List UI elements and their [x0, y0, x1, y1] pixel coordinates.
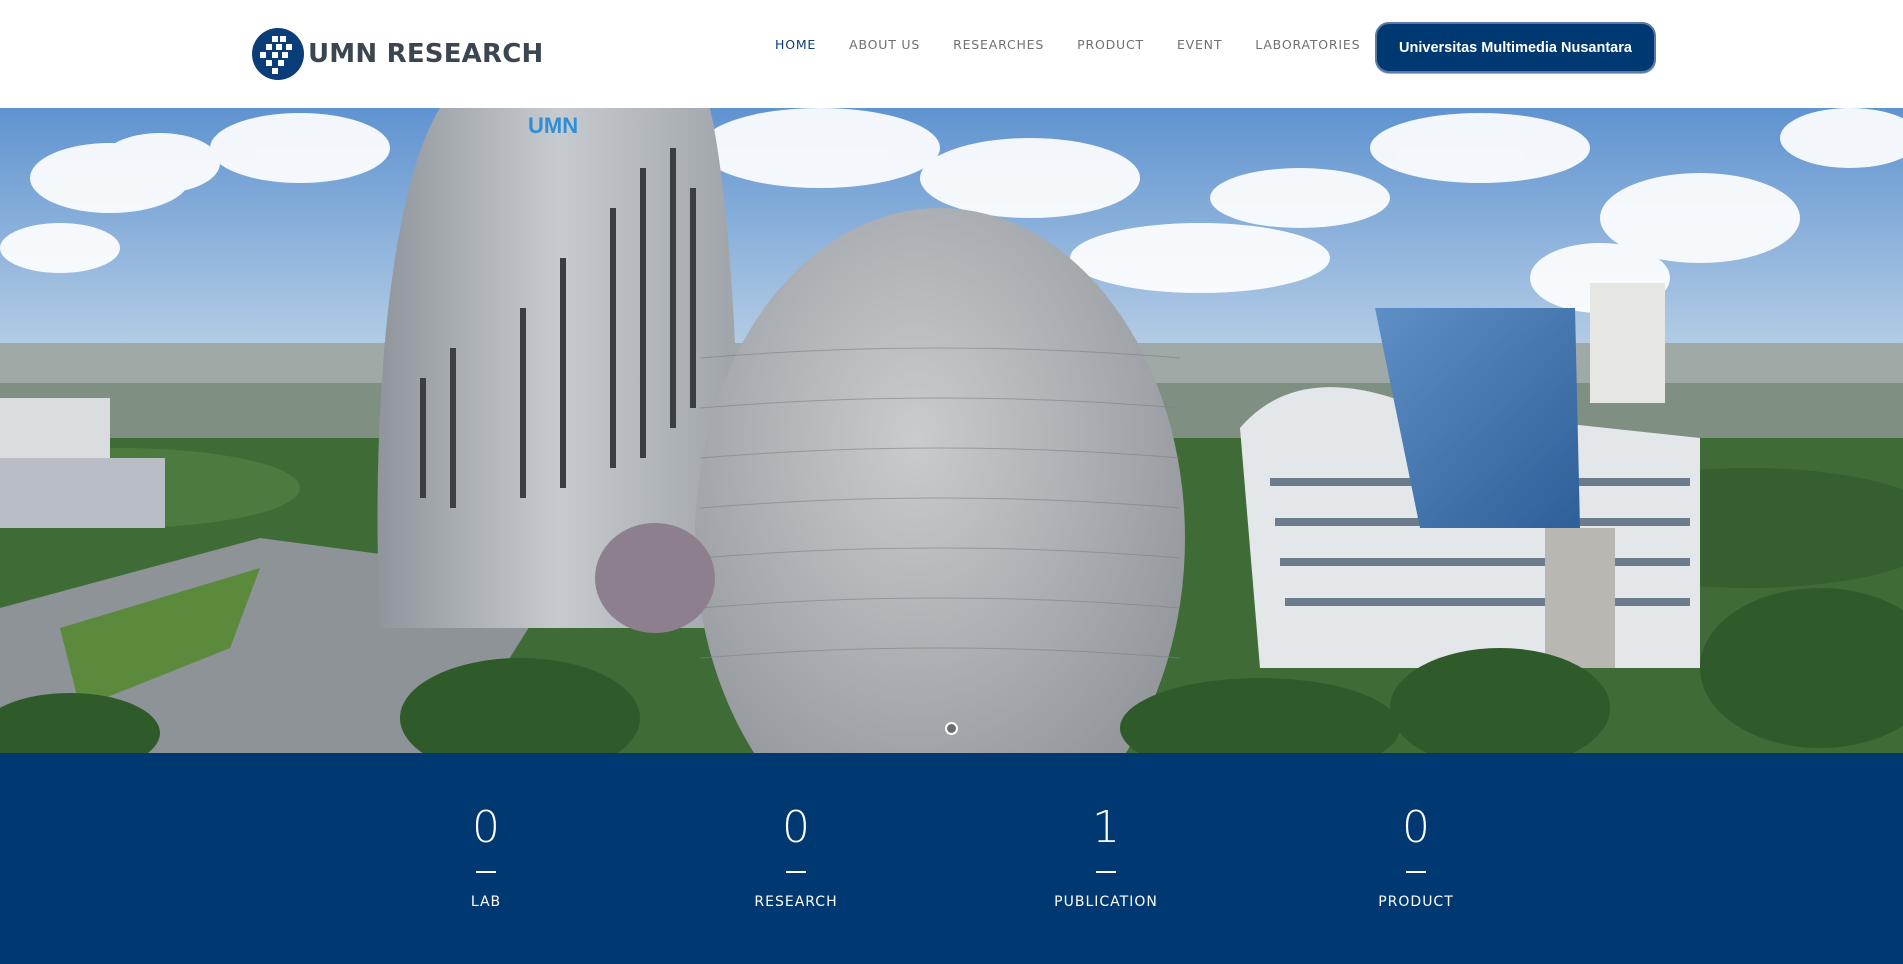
- slider-dot-1[interactable]: [945, 722, 958, 735]
- brand-logo-link[interactable]: UMN RESEARCH: [252, 28, 543, 80]
- umn-logo-icon: [252, 28, 304, 80]
- nav-item-event[interactable]: EVENT: [1177, 37, 1222, 52]
- stat-product-label: PRODUCT: [1378, 894, 1454, 910]
- nav-item-about-us[interactable]: ABOUT US: [849, 37, 920, 52]
- stat-lab-label: LAB: [470, 894, 502, 910]
- hero-slider: UMN: [0, 108, 1903, 753]
- stat-publication-label: PUBLICATION: [1054, 894, 1158, 910]
- nav-item-product[interactable]: PRODUCT: [1077, 37, 1144, 52]
- nav-item-laboratories[interactable]: LABORATORIES: [1255, 37, 1360, 52]
- campus-photo: UMN: [0, 108, 1903, 753]
- stats-section: 0 LAB 0 RESEARCH 1 PUBLICATION 0 PRODUCT: [0, 753, 1903, 964]
- stat-lab-value: 0: [472, 802, 500, 853]
- stat-research-value: 0: [782, 802, 810, 853]
- stat-publication: 1 PUBLICATION: [996, 753, 1216, 911]
- stat-product-value: 0: [1402, 802, 1430, 853]
- stat-divider: [1406, 871, 1426, 873]
- site-header: UMN RESEARCH HOME ABOUT US RESEARCHES PR…: [0, 0, 1903, 108]
- brand-name: UMN RESEARCH: [308, 39, 544, 69]
- umn-tower-signage: UMN: [528, 113, 578, 138]
- main-navigation: HOME ABOUT US RESEARCHES PRODUCT EVENT L…: [775, 37, 1393, 52]
- stat-divider: [786, 871, 806, 873]
- stat-divider: [476, 871, 496, 873]
- nav-item-home[interactable]: HOME: [775, 37, 816, 52]
- stat-research-label: RESEARCH: [754, 894, 838, 910]
- nav-item-researches[interactable]: RESEARCHES: [953, 37, 1044, 52]
- umn-website-button[interactable]: Universitas Multimedia Nusantara: [1375, 22, 1656, 73]
- stat-lab: 0 LAB: [376, 753, 596, 911]
- stat-publication-value: 1: [1092, 802, 1120, 853]
- stat-divider: [1096, 871, 1116, 873]
- stat-research: 0 RESEARCH: [686, 753, 906, 911]
- stat-product: 0 PRODUCT: [1306, 753, 1526, 911]
